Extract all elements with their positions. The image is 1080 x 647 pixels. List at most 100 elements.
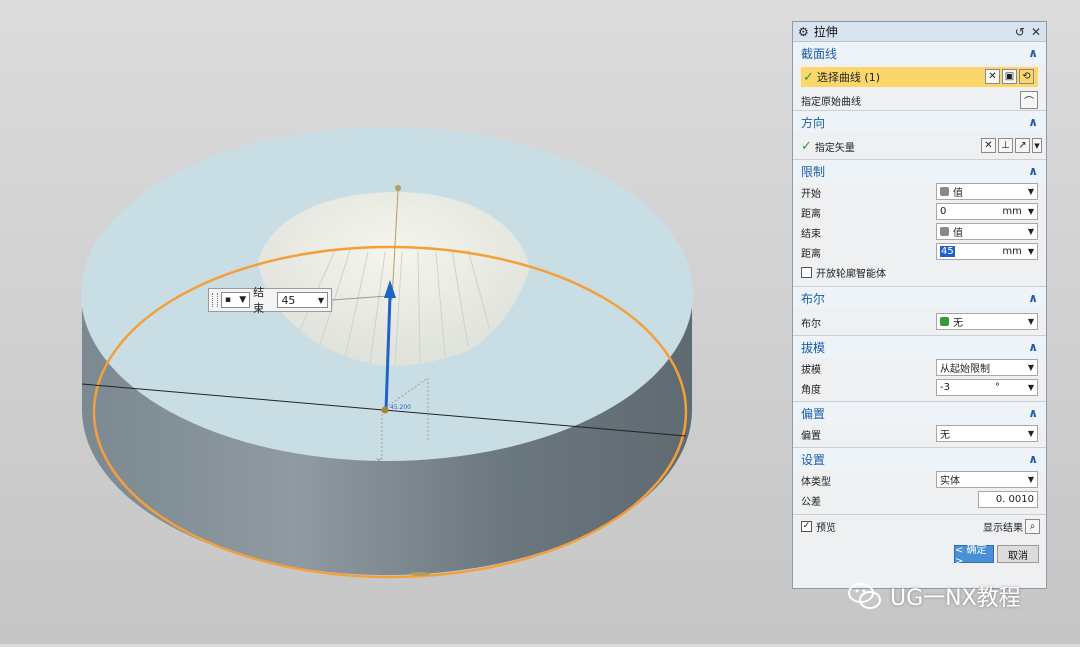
limits-header[interactable]: 限制 ∧ — [793, 160, 1046, 182]
tolerance-input[interactable]: 0. 0010 — [978, 491, 1038, 508]
chevron-down-icon: ▼ — [1027, 317, 1034, 326]
draft-group: 拔模 ∧ 拔模 从起始限制 ▼ 角度 -3 ° ▼ — [793, 336, 1046, 402]
sketch-section-icon[interactable]: ▣ — [1002, 69, 1017, 84]
collapse-icon[interactable]: ∧ — [1028, 452, 1038, 466]
inferred-vector-icon[interactable]: ↗ — [1015, 138, 1030, 153]
chevron-down-icon: ▼ — [1027, 475, 1034, 484]
svg-text:X: X — [376, 457, 382, 466]
end-type-dropdown[interactable]: ▪ ▼ — [220, 292, 251, 308]
guide-handle[interactable] — [395, 185, 401, 191]
boolean-dropdown[interactable]: 无 ▼ — [936, 313, 1038, 330]
specify-vector-row: ✓ 指定矢量 ✕ ⊥ ↗ ▼ — [793, 133, 1046, 159]
end-row: 结束 值 ▼ — [793, 222, 1046, 242]
draft-header[interactable]: 拔模 ∧ — [793, 336, 1046, 358]
boolean-label: 布尔 — [801, 318, 821, 330]
open-profile-checkbox[interactable] — [801, 266, 812, 278]
vector-origin-handle[interactable] — [381, 406, 389, 414]
collapse-icon[interactable]: ∧ — [1028, 340, 1038, 354]
collapse-icon[interactable]: ∧ — [1028, 46, 1038, 60]
show-result-label: 显示结果 — [983, 522, 1023, 534]
end-distance-input[interactable]: 45 mm ▼ — [936, 243, 1038, 260]
start-type-dropdown[interactable]: 值 ▼ — [936, 183, 1038, 200]
tolerance-row: 公差 0. 0010 — [793, 490, 1046, 510]
body-type-dropdown[interactable]: 实体 ▼ — [936, 471, 1038, 488]
extrude-dialog: ⚙ 拉伸 ↺ ✕ 截面线 ∧ ✓ 选择曲线 (1) ✕ ▣ ⟲ 指定原始曲线 ⌒… — [792, 21, 1047, 589]
section-title: 限制 — [801, 164, 826, 179]
draft-row: 拔模 从起始限制 ▼ — [793, 358, 1046, 378]
check-icon: ✓ — [801, 138, 812, 154]
angle-label: 角度 — [801, 384, 821, 396]
limits-group: 限制 ∧ 开始 值 ▼ 距离 0 mm ▼ 结束 值 ▼ 距离 45 mm ▼ 开放轮廓智能… — [793, 160, 1046, 287]
reverse-direction-icon[interactable]: ✕ — [981, 138, 996, 153]
watermark-text: UG一NX教程 — [890, 586, 1021, 611]
chevron-down-icon: ▼ — [1027, 383, 1034, 392]
section-title: 拔模 — [801, 340, 826, 355]
chevron-down-icon: ▼ — [1027, 207, 1034, 216]
section-curve-header[interactable]: 截面线 ∧ — [793, 42, 1046, 64]
cancel-button[interactable]: 取消 — [997, 545, 1039, 563]
section-title: 方向 — [801, 115, 826, 130]
preview-checkbox[interactable]: ✓ — [801, 520, 812, 532]
section-curve-group: 截面线 ∧ ✓ 选择曲线 (1) ✕ ▣ ⟲ 指定原始曲线 ⌒ — [793, 42, 1046, 111]
direction-header[interactable]: 方向 ∧ — [793, 111, 1046, 133]
curve-icon[interactable]: ⟲ — [1019, 69, 1034, 84]
open-profile-label: 开放轮廓智能体 — [816, 268, 886, 280]
cube-icon — [940, 227, 949, 236]
wechat-icon — [848, 583, 881, 609]
dialog-footer: ✓ 预览 显示结果 ⌕ < 确定 > 取消 — [793, 515, 1046, 575]
vector-dialog-icon[interactable]: ⊥ — [998, 138, 1013, 153]
start-label: 开始 — [801, 188, 821, 200]
collapse-icon[interactable]: ∧ — [1028, 115, 1038, 129]
cube-icon: ▪ — [224, 295, 231, 305]
ok-button[interactable]: < 确定 > — [954, 545, 994, 567]
angle-input[interactable]: -3 ° ▼ — [936, 379, 1038, 396]
dialog-title: 拉伸 — [813, 25, 838, 39]
watermark: UG一NX教程 — [848, 580, 1021, 612]
show-result-icon[interactable]: ⌕ — [1025, 518, 1040, 534]
preview-label: 预览 — [816, 522, 836, 534]
osi-value-field[interactable]: 45 ▼ — [277, 292, 328, 308]
offset-dropdown[interactable]: 无 ▼ — [936, 425, 1038, 442]
offset-row: 偏置 无 ▼ — [793, 424, 1046, 444]
chevron-down-icon: ▼ — [1027, 429, 1034, 438]
draft-dropdown[interactable]: 从起始限制 ▼ — [936, 359, 1038, 376]
start-distance-input[interactable]: 0 mm ▼ — [936, 203, 1038, 220]
settings-header[interactable]: 设置 ∧ — [793, 448, 1046, 470]
end-type-dropdown[interactable]: 值 ▼ — [936, 223, 1038, 240]
dialog-titlebar[interactable]: ⚙ 拉伸 ↺ ✕ — [793, 22, 1046, 42]
end-label: 结束 — [801, 228, 821, 240]
body-type-label: 体类型 — [801, 476, 831, 488]
offset-group: 偏置 ∧ 偏置 无 ▼ — [793, 402, 1046, 448]
onscreen-input-end[interactable]: ▪ ▼ 结束 45 ▼ — [208, 286, 332, 315]
cube-icon — [940, 187, 949, 196]
collapse-icon[interactable]: ∧ — [1028, 164, 1038, 178]
boolean-row: 布尔 无 ▼ — [793, 309, 1046, 335]
offset-header[interactable]: 偏置 ∧ — [793, 402, 1046, 424]
bottom-marker — [410, 572, 430, 576]
section-title: 截面线 — [801, 46, 838, 61]
boolean-group: 布尔 ∧ 布尔 无 ▼ — [793, 287, 1046, 336]
deselect-icon[interactable]: ✕ — [985, 69, 1000, 84]
start-distance-row: 距离 0 mm ▼ — [793, 202, 1046, 222]
reset-icon[interactable]: ↺ — [1015, 25, 1025, 39]
chevron-down-icon[interactable]: ▼ — [1032, 138, 1042, 153]
distance-label: 距离 — [801, 248, 821, 260]
select-curve-label: 选择曲线 (1) — [816, 71, 880, 84]
boolean-header[interactable]: 布尔 ∧ — [793, 287, 1046, 309]
origin-curve-icon[interactable]: ⌒ — [1020, 91, 1038, 109]
direction-group: 方向 ∧ ✓ 指定矢量 ✕ ⊥ ↗ ▼ — [793, 111, 1046, 160]
check-icon: ✓ — [803, 69, 814, 85]
drag-grip-icon[interactable] — [212, 293, 218, 307]
collapse-icon[interactable]: ∧ — [1028, 291, 1038, 305]
angle-row: 角度 -3 ° ▼ — [793, 378, 1046, 398]
close-icon[interactable]: ✕ — [1031, 25, 1041, 39]
offset-label: 偏置 — [801, 430, 821, 442]
settings-group: 设置 ∧ 体类型 实体 ▼ 公差 0. 0010 — [793, 448, 1046, 515]
dimension-annotation: 45.200 — [390, 404, 411, 411]
specify-origin-label: 指定原始曲线 — [801, 96, 861, 108]
chevron-down-icon: ▼ — [1027, 187, 1034, 196]
collapse-icon[interactable]: ∧ — [1028, 406, 1038, 420]
end-distance-row: 距离 45 mm ▼ — [793, 242, 1046, 262]
select-curve-row[interactable]: ✓ 选择曲线 (1) ✕ ▣ ⟲ — [801, 67, 1038, 87]
section-title: 偏置 — [801, 406, 826, 421]
